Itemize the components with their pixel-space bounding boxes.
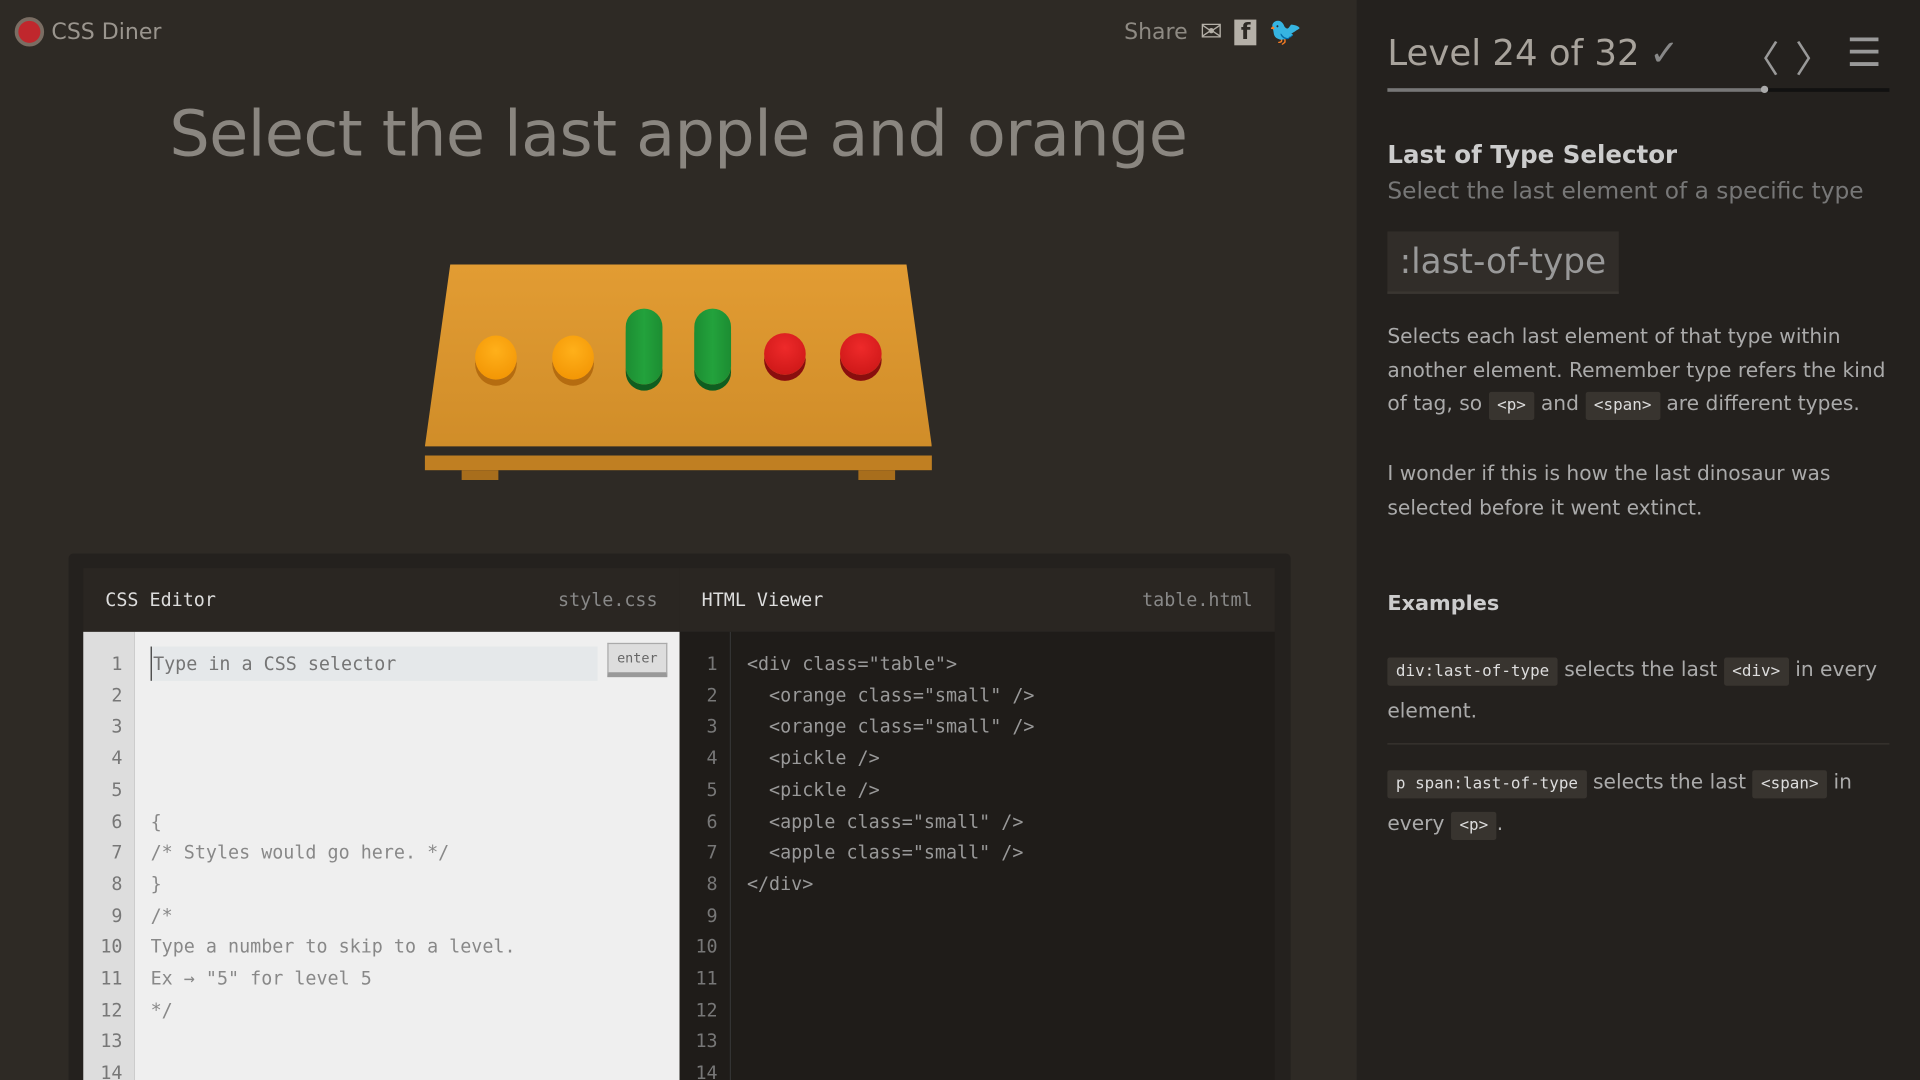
line-number: 6	[111, 810, 123, 833]
level-indicator[interactable]: Level 24 of 32 ✓	[1387, 32, 1679, 74]
html-file-name: table.html	[1142, 588, 1253, 612]
line-number: 12	[695, 998, 718, 1021]
orange-item[interactable]	[475, 335, 517, 380]
pickle-item[interactable]	[694, 308, 732, 385]
divider	[1387, 743, 1890, 745]
code-line: <apple class="small" />	[746, 841, 1024, 864]
dinner-table	[424, 264, 932, 481]
code-line: <orange class="small" />	[746, 684, 1035, 707]
line-number: 14	[695, 1061, 718, 1080]
line-number: 12	[100, 998, 123, 1021]
email-icon[interactable]: ✉	[1200, 17, 1223, 48]
line-number: 1	[706, 652, 718, 675]
line-number: 5	[111, 778, 123, 801]
selector-syntax: :last-of-type	[1387, 231, 1619, 294]
enter-button[interactable]: enter	[607, 642, 668, 678]
selector-description: Selects each last element of that type w…	[1387, 320, 1895, 424]
editor-panel: CSS Editor style.css 1 2 3 4 5 6 7 8 9 10 11 12 13 14 …	[68, 553, 1291, 1080]
menu-icon[interactable]: ☰	[1847, 29, 1882, 76]
line-number: 7	[706, 841, 718, 864]
css-file-name: style.css	[558, 588, 658, 612]
apple-item[interactable]	[764, 333, 806, 375]
html-code: <div class="table"> <orange class="small…	[731, 631, 1275, 1080]
logo[interactable]: CSS Diner	[14, 17, 162, 47]
share-bar: Share ✉ f 🐦	[1124, 17, 1302, 48]
example-1: div:last-of-type selects the last <div> …	[1387, 657, 1878, 723]
line-number: 5	[706, 778, 718, 801]
check-icon: ✓	[1649, 31, 1680, 74]
line-number: 8	[111, 872, 123, 896]
html-viewer: HTML Viewer table.html 1 2 3 4 5 6 7 8 9 10 11 12 13 1…	[679, 568, 1275, 1080]
code-line: /* Styles would go here. */	[150, 841, 450, 864]
previous-level-icon[interactable]: 〈	[1742, 29, 1779, 83]
css-selector-input[interactable]	[150, 646, 598, 681]
line-number: 8	[706, 872, 718, 896]
line-number: 3	[706, 715, 718, 738]
code-line: <pickle />	[746, 778, 880, 801]
game-area: CSS Diner Share ✉ f 🐦 Select the last ap…	[0, 0, 1357, 1080]
app-name: CSS Diner	[51, 18, 162, 45]
examples-heading: Examples	[1387, 591, 1500, 616]
line-number: 13	[100, 1030, 123, 1053]
css-editor: CSS Editor style.css 1 2 3 4 5 6 7 8 9 10 11 12 13 14 …	[83, 568, 680, 1080]
line-number: 11	[100, 967, 123, 990]
pickle-item[interactable]	[625, 308, 663, 385]
code-line: /*	[150, 904, 173, 927]
line-number: 7	[111, 841, 123, 864]
level-instruction: Select the last apple and orange	[169, 97, 1188, 172]
line-number: 9	[111, 904, 123, 927]
code-line: <apple class="small" />	[746, 810, 1024, 833]
code-line: <div class="table">	[746, 652, 958, 675]
line-number: 13	[695, 1030, 718, 1053]
line-number: 3	[111, 715, 123, 738]
code-line: */	[150, 998, 173, 1021]
line-number: 11	[695, 967, 718, 990]
level-label: Level 24 of 32	[1387, 31, 1640, 74]
line-numbers: 1 2 3 4 5 6 7 8 9 10 11 12 13 14	[83, 631, 135, 1080]
apple-item[interactable]	[840, 333, 882, 375]
code-line: {	[150, 810, 162, 833]
line-numbers: 1 2 3 4 5 6 7 8 9 10 11 12 13 14	[679, 631, 732, 1080]
line-number: 4	[706, 747, 718, 770]
orange-item[interactable]	[552, 335, 594, 380]
selector-title: Last of Type Selector	[1387, 139, 1678, 169]
line-number: 2	[111, 684, 123, 707]
line-number: 9	[706, 904, 718, 927]
twitter-icon[interactable]: 🐦	[1269, 17, 1303, 48]
line-number: 10	[695, 935, 718, 958]
line-number: 14	[100, 1061, 123, 1080]
share-label: Share	[1124, 19, 1188, 46]
sidebar: Level 24 of 32 ✓ 〈 〉 ☰ Last of Type Selec…	[1356, 0, 1920, 1080]
selector-subtitle: Select the last element of a specific ty…	[1387, 177, 1864, 205]
line-number: 6	[706, 810, 718, 833]
code-line: <orange class="small" />	[746, 715, 1035, 738]
level-progress-bar	[1387, 85, 1890, 94]
line-number: 10	[100, 935, 123, 958]
selector-note: I wonder if this is how the last dinosau…	[1387, 461, 1831, 519]
next-level-icon[interactable]: 〉	[1795, 29, 1832, 83]
code-line: <pickle />	[746, 747, 880, 770]
facebook-icon[interactable]: f	[1234, 19, 1257, 46]
css-code: enter { /* Styles would go here. */} /* Typ…	[134, 631, 680, 1080]
code-line: </div>	[746, 872, 814, 896]
logo-icon	[14, 17, 45, 47]
example-2: p span:last-of-type selects the last <sp…	[1387, 763, 1895, 846]
line-number: 4	[111, 747, 123, 770]
line-number: 1	[111, 652, 123, 675]
code-line: Type a number to skip to a level.	[150, 935, 516, 958]
css-editor-title: CSS Editor	[105, 588, 216, 612]
css-diner-app: CSS Diner Share ✉ f 🐦 Select the last ap…	[0, 0, 1920, 1080]
html-viewer-title: HTML Viewer	[701, 588, 824, 612]
code-line: Ex → "5" for level 5	[150, 967, 372, 990]
code-line: }	[150, 872, 162, 896]
line-number: 2	[706, 684, 718, 707]
